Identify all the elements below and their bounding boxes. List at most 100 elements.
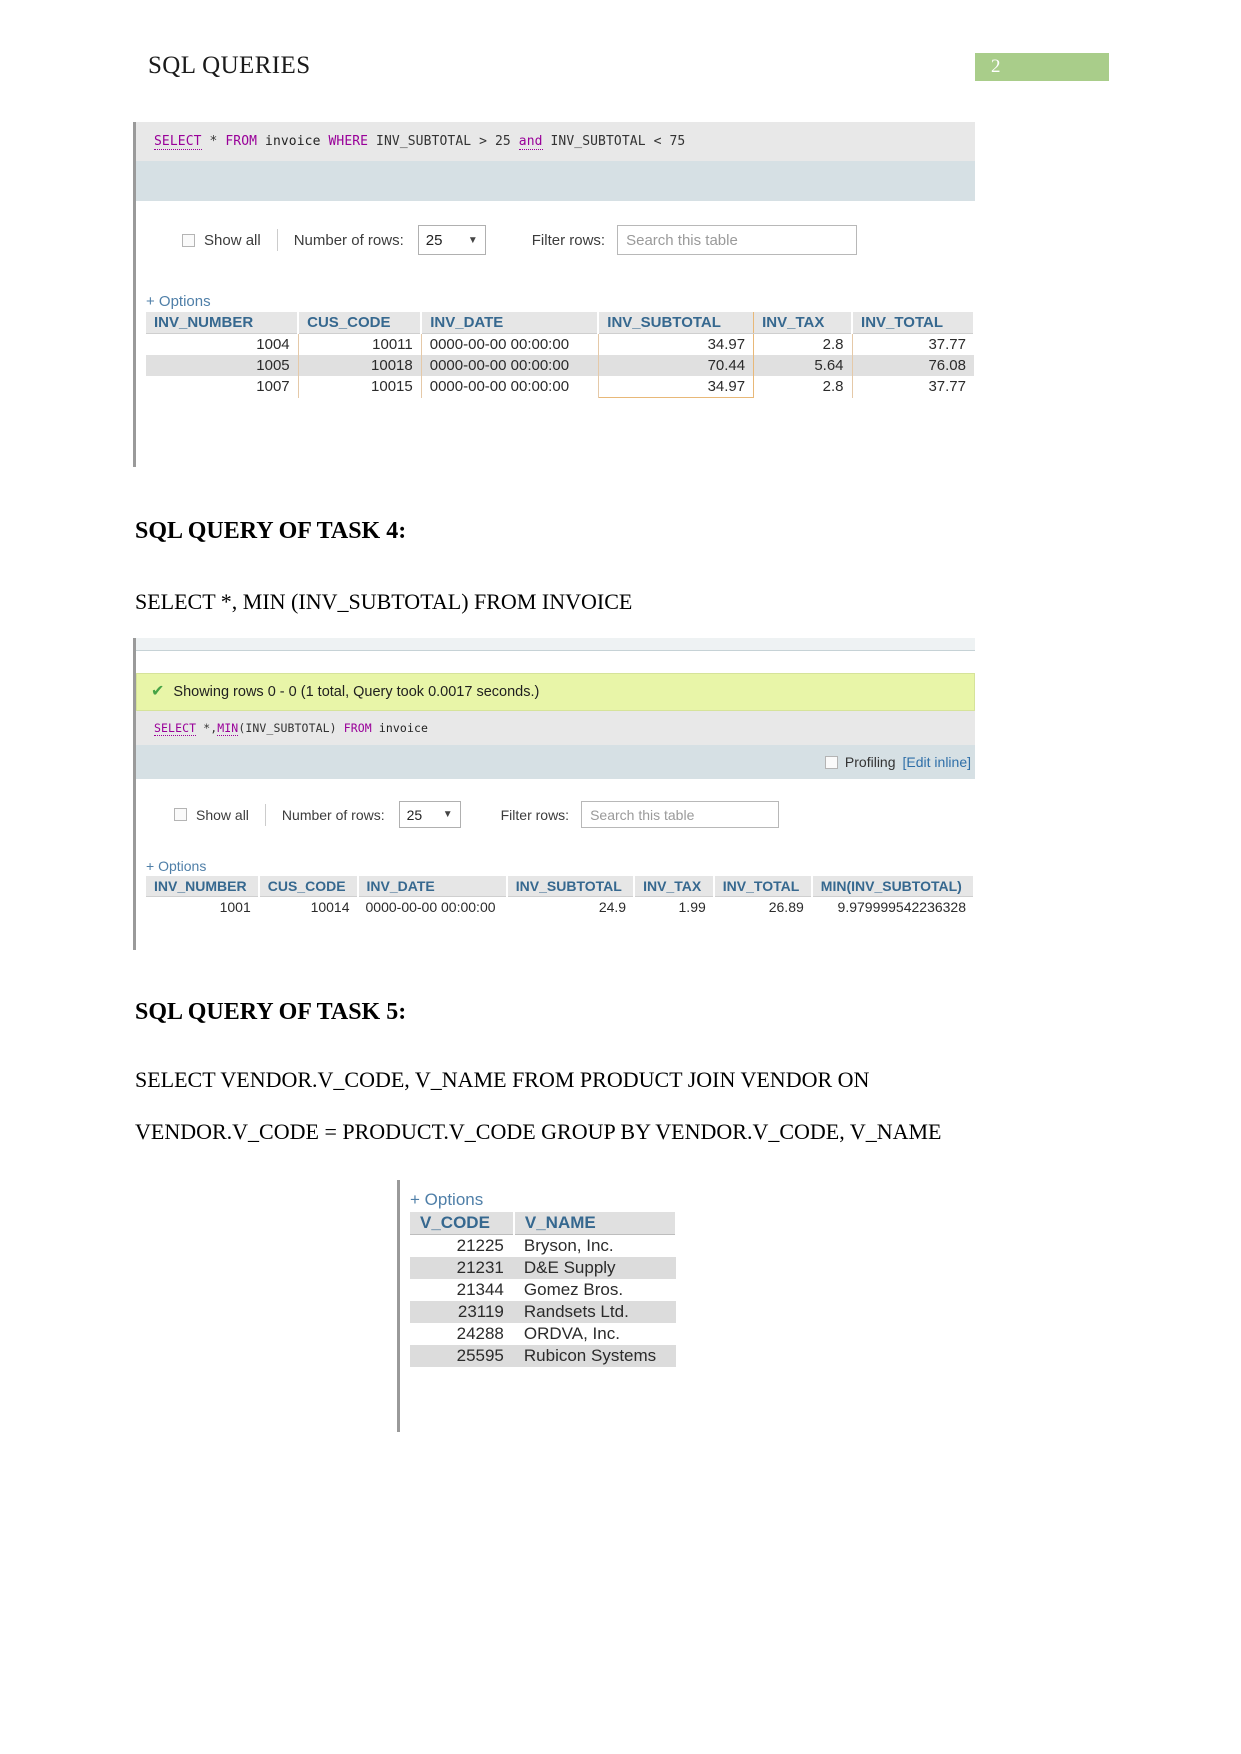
cell-inv-number: 1004 bbox=[146, 333, 299, 355]
cell-inv-date: 0000-00-00 00:00:00 bbox=[421, 376, 599, 398]
cell-inv-date: 0000-00-00 00:00:00 bbox=[421, 333, 599, 355]
filter-rows-input-1[interactable]: Search this table bbox=[617, 225, 858, 255]
screenshot-query-task3: SELECT * FROM invoice WHERE INV_SUBTOTAL… bbox=[133, 122, 975, 467]
profiling-bar: Profiling [Edit inline] bbox=[136, 745, 975, 779]
table-row[interactable]: 23119 Randsets Ltd. bbox=[410, 1301, 676, 1323]
cell-v-code: 21344 bbox=[456, 1280, 504, 1299]
column-header-inv-date[interactable]: INV_DATE bbox=[357, 876, 508, 897]
chevron-down-icon: ▼ bbox=[442, 809, 453, 820]
table-row[interactable]: 21231 D&E Supply bbox=[410, 1257, 676, 1279]
cell-v-code: 24288 bbox=[456, 1324, 504, 1343]
number-of-rows-select-1[interactable]: 25 ▼ bbox=[417, 225, 486, 255]
results-table-3: V_CODE V_NAME 21225 Bryson, Inc. 21231 D… bbox=[410, 1212, 678, 1367]
cell-inv-subtotal: 24.9 bbox=[598, 899, 627, 915]
cell-inv-subtotal: 34.97 bbox=[597, 376, 755, 398]
cell-min-inv-subtotal: 9.979999542236328 bbox=[837, 899, 966, 915]
cell-v-code: 23119 bbox=[410, 1301, 514, 1323]
profiling-control[interactable]: Profiling [Edit inline] bbox=[824, 754, 971, 770]
number-of-rows-label-2: Number of rows: bbox=[281, 806, 385, 823]
cell-inv-number: 1005 bbox=[146, 355, 299, 376]
cell-v-name: Randsets Ltd. bbox=[513, 1301, 676, 1323]
results-table-2: INV_NUMBER CUS_CODE INV_DATE INV_SUBTOTA… bbox=[146, 876, 976, 918]
profiling-checkbox[interactable] bbox=[824, 755, 838, 769]
column-header-inv-total[interactable]: INV_TOTAL bbox=[852, 312, 975, 334]
page-header: SQL QUERIES 2 bbox=[0, 0, 1241, 108]
column-header-inv-date[interactable]: INV_DATE bbox=[421, 312, 600, 334]
table-row[interactable]: 21225 Bryson, Inc. bbox=[410, 1235, 676, 1258]
chevron-down-icon: ▼ bbox=[467, 234, 478, 246]
number-of-rows-select-2[interactable]: 25 ▼ bbox=[398, 801, 461, 828]
column-header-inv-tax[interactable]: INV_TAX bbox=[634, 876, 715, 897]
cell-cus-code: 10015 bbox=[298, 376, 422, 398]
table-row[interactable]: 1001 10014 0000-00-00 00:00:00 24.9 1.99… bbox=[146, 897, 974, 918]
cell-inv-subtotal: 70.44 bbox=[597, 355, 755, 376]
cell-v-code: 21231 bbox=[410, 1257, 514, 1279]
options-toggle-3[interactable]: + Options bbox=[400, 1190, 677, 1210]
toolbar-divider-2 bbox=[264, 803, 266, 826]
table-row[interactable]: 1004 10011 0000-00-00 00:00:00 34.97 2.8… bbox=[146, 333, 974, 355]
column-header-cus-code[interactable]: CUS_CODE bbox=[258, 876, 359, 897]
task4-heading: SQL QUERY OF TASK 4: bbox=[135, 518, 407, 544]
cell-inv-total: 37.77 bbox=[928, 378, 966, 396]
results-table-1: INV_NUMBER CUS_CODE INV_DATE INV_SUBTOTA… bbox=[146, 312, 975, 398]
show-all-control-1[interactable]: Show all bbox=[182, 232, 261, 249]
cell-cus-code: 10018 bbox=[298, 355, 422, 376]
sql-statement-bar-2: SELECT *,MIN(INV_SUBTOTAL) FROM invoice bbox=[136, 711, 975, 745]
number-of-rows-label-1: Number of rows: bbox=[293, 231, 404, 249]
options-toggle-2[interactable]: + Options bbox=[136, 858, 975, 874]
sql-statement-bar-1: SELECT * FROM invoice WHERE INV_SUBTOTAL… bbox=[136, 122, 975, 161]
show-all-label-1: Show all bbox=[204, 231, 261, 249]
column-header-inv-number[interactable]: INV_NUMBER bbox=[146, 876, 260, 897]
task5-heading: SQL QUERY OF TASK 5: bbox=[135, 999, 407, 1025]
column-header-min-inv-subtotal[interactable]: MIN(INV_SUBTOTAL) bbox=[811, 876, 976, 897]
show-all-checkbox-2[interactable] bbox=[174, 808, 187, 821]
table-row[interactable]: 25595 Rubicon Systems bbox=[410, 1345, 676, 1367]
task4-query-text: SELECT *, MIN (INV_SUBTOTAL) FROM INVOIC… bbox=[135, 589, 633, 614]
edit-inline-link[interactable]: [Edit inline] bbox=[903, 754, 971, 770]
sql-keyword-from: FROM bbox=[225, 134, 258, 149]
column-header-cus-code[interactable]: CUS_CODE bbox=[298, 312, 423, 334]
page-number-badge: 2 bbox=[975, 53, 1109, 81]
table-row[interactable]: 21344 Gomez Bros. bbox=[410, 1279, 676, 1301]
cell-inv-tax: 5.64 bbox=[753, 355, 853, 376]
column-header-inv-subtotal[interactable]: INV_SUBTOTAL bbox=[597, 312, 755, 334]
cell-v-name: Rubicon Systems bbox=[513, 1345, 676, 1367]
column-header-inv-total[interactable]: INV_TOTAL bbox=[713, 876, 813, 897]
options-toggle-1[interactable]: + Options bbox=[136, 293, 975, 310]
check-icon: ✔ bbox=[151, 683, 165, 700]
cell-inv-number: 1007 bbox=[146, 376, 299, 398]
filter-rows-label-2: Filter rows: bbox=[500, 806, 570, 823]
results-toolbar-1: Show all Number of rows: 25 ▼ Filter row… bbox=[136, 225, 975, 255]
cell-inv-total: 76.08 bbox=[852, 355, 974, 376]
cell-v-code: 21225 bbox=[456, 1236, 504, 1255]
table-row[interactable]: 24288 ORDVA, Inc. bbox=[410, 1323, 676, 1345]
column-header-inv-number[interactable]: INV_NUMBER bbox=[146, 312, 300, 334]
table-header-row: INV_NUMBER CUS_CODE INV_DATE INV_SUBTOTA… bbox=[146, 312, 975, 334]
cell-inv-total: 26.89 bbox=[768, 899, 804, 915]
sql-function-min: MIN bbox=[217, 721, 239, 736]
column-header-inv-subtotal[interactable]: INV_SUBTOTAL bbox=[506, 876, 636, 897]
sql-keyword-from-2: FROM bbox=[343, 721, 372, 735]
column-header-v-code[interactable]: V_CODE bbox=[410, 1212, 515, 1235]
sql-operator-2: < bbox=[653, 134, 662, 149]
filter-rows-control-1: Filter rows: Search this table bbox=[532, 225, 858, 255]
sql-column-1: INV_SUBTOTAL bbox=[376, 134, 472, 149]
task5-query-line-1: SELECT VENDOR.V_CODE, V_NAME FROM PRODUC… bbox=[135, 1067, 870, 1092]
filter-rows-input-2[interactable]: Search this table bbox=[581, 801, 780, 828]
table-header-row: V_CODE V_NAME bbox=[410, 1212, 678, 1235]
show-all-checkbox-1[interactable] bbox=[182, 233, 195, 247]
cell-inv-subtotal: 34.97 bbox=[597, 333, 755, 355]
column-header-v-name[interactable]: V_NAME bbox=[513, 1212, 678, 1235]
sql-star: * bbox=[209, 134, 218, 149]
cell-v-name: Gomez Bros. bbox=[523, 1280, 624, 1299]
table-row[interactable]: 1007 10015 0000-00-00 00:00:00 34.97 2.8… bbox=[146, 376, 974, 398]
filter-rows-control-2: Filter rows: Search this table bbox=[500, 801, 780, 828]
cell-inv-tax: 2.8 bbox=[753, 376, 853, 398]
table-row[interactable]: 1005 10018 0000-00-00 00:00:00 70.44 5.6… bbox=[146, 355, 974, 376]
cell-inv-tax: 2.8 bbox=[753, 333, 853, 355]
cell-inv-date: 0000-00-00 00:00:00 bbox=[421, 355, 599, 376]
cell-cus-code: 10011 bbox=[298, 333, 422, 355]
column-header-inv-tax[interactable]: INV_TAX bbox=[753, 312, 854, 334]
show-all-control-2[interactable]: Show all bbox=[174, 807, 249, 823]
number-of-rows-value-1: 25 bbox=[425, 231, 443, 249]
